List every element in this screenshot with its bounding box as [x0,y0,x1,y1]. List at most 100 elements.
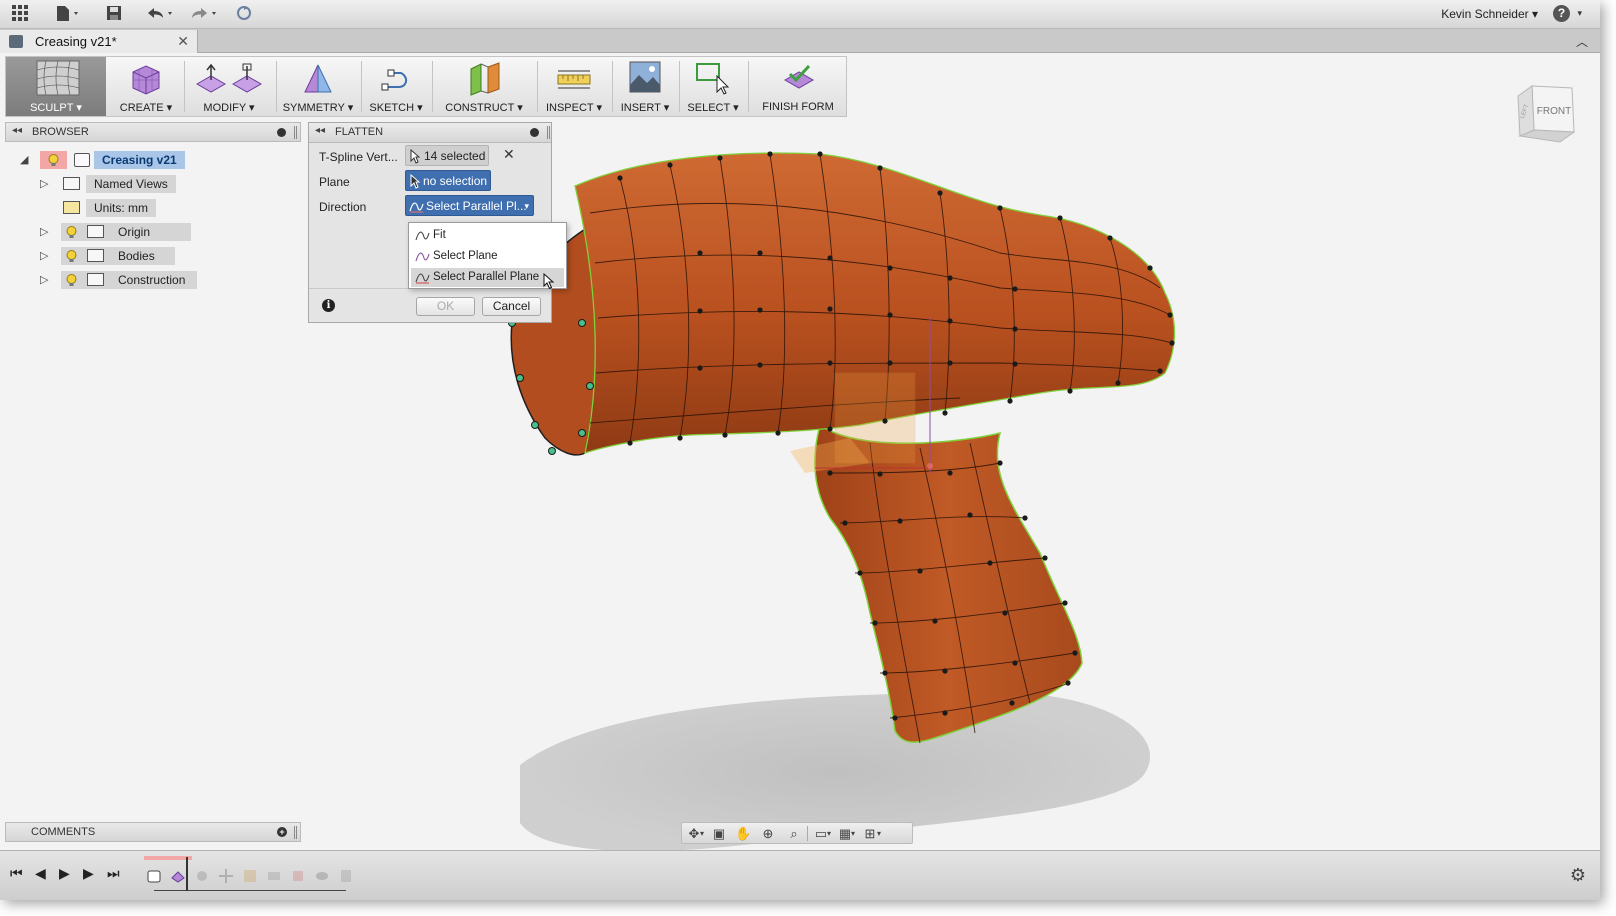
chevron-down-icon[interactable]: ▾ [825,826,833,841]
select-menu[interactable]: SELECT ▾ [681,57,745,116]
tree-item-label[interactable]: Bodies [110,247,163,265]
units-icon [63,201,80,214]
feature-icon[interactable] [338,868,354,884]
sculpt-feature-icon[interactable] [170,868,186,884]
look-at-icon[interactable]: ▣ [711,826,727,841]
ok-button[interactable]: OK [416,297,475,316]
collapsed-triangle-icon[interactable]: ▷ [40,177,48,190]
insert-menu[interactable]: INSERT ▾ [614,57,676,116]
tree-item-origin[interactable]: ▷ Origin [0,223,300,241]
selected-vertex [586,382,594,390]
user-menu[interactable]: Kevin Schneider ▾ [1441,7,1538,21]
folder-icon [87,249,104,262]
tree-item-construction[interactable]: ▷ Construction [0,271,300,289]
go-to-start-icon[interactable]: ⏮ [10,865,23,882]
go-to-end-icon[interactable]: ⏭ [107,865,120,882]
sync-icon[interactable] [236,5,252,24]
info-icon[interactable]: i [322,299,335,312]
tree-root[interactable]: ◢ Creasing v21 [0,151,300,169]
cancel-button[interactable]: Cancel [482,297,541,316]
tree-item-label[interactable]: Named Views [86,175,176,193]
form-feature-icon[interactable] [146,868,162,884]
direction-dropdown[interactable]: Select Parallel Pl... ▾ [405,195,534,216]
chevron-down-icon[interactable]: ▾ [849,826,857,841]
zoom-window-icon[interactable]: ⊕ [760,826,776,841]
plane-selector[interactable]: no selection [405,170,491,191]
origin-point [927,463,933,469]
panel-grip[interactable] [547,126,550,139]
tree-item-label[interactable]: Construction [110,271,194,289]
collapsed-triangle-icon[interactable]: ▷ [40,249,48,262]
plane-curve-icon [415,252,430,262]
browser-panel-header[interactable]: ◂◂ BROWSER [5,122,301,142]
tree-item-units[interactable]: Units: mm [0,199,300,217]
feature-icon[interactable] [218,868,234,884]
tree-item-label[interactable]: Units: mm [86,199,156,217]
collapse-dialog-icon[interactable]: ◂◂ [315,125,325,136]
chevron-up-icon[interactable]: ︿ [1576,33,1588,50]
finish-form-button[interactable]: FINISH FORM [750,57,846,116]
chevron-down-icon[interactable]: ▾ [1577,8,1582,19]
timeline-marker[interactable] [144,856,192,860]
lightbulb-icon[interactable] [66,226,77,239]
viewcube[interactable]: FRONT LEFT [1510,76,1580,146]
tab-creasing-v21[interactable]: Creasing v21* ✕ [0,30,198,53]
construct-menu[interactable]: CONSTRUCT ▾ [434,57,534,116]
chevron-down-icon: ▾ [524,201,529,211]
expanded-triangle-icon[interactable]: ◢ [20,153,28,166]
direction-option-select-parallel-plane[interactable]: Select Parallel Plane [411,268,564,287]
create-menu[interactable]: CREATE ▾ [111,57,181,116]
file-icon[interactable] [56,5,82,24]
feature-icon[interactable] [194,868,210,884]
play-icon[interactable]: ▶ [59,865,70,882]
zoom-icon[interactable]: ⌕ [786,826,802,841]
save-icon[interactable] [106,5,122,24]
feature-icon[interactable] [266,868,282,884]
add-comment-icon[interactable]: + [277,827,287,837]
collapsed-triangle-icon[interactable]: ▷ [40,225,48,238]
lightbulb-icon[interactable] [66,274,77,287]
lightbulb-icon[interactable] [66,250,77,263]
direction-option-fit[interactable]: Fit [411,226,564,245]
timeline-playhead[interactable] [186,857,188,891]
tree-item-bodies[interactable]: ▷ Bodies [0,247,300,265]
clear-selection-icon[interactable]: ✕ [503,146,515,163]
tspline-vertices-selector[interactable]: 14 selected [405,145,489,166]
tree-item-named-views[interactable]: ▷ Named Views [0,175,300,193]
pan-icon[interactable]: ✋ [735,826,751,841]
mouse-cursor-icon [543,273,555,290]
viewcube-front-label: FRONT [1537,106,1571,117]
minimize-icon[interactable] [530,128,539,137]
viewport-canvas[interactable] [0,53,1600,850]
tree-root-label[interactable]: Creasing v21 [94,151,185,169]
feature-icon[interactable] [314,868,330,884]
feature-icon[interactable] [242,868,258,884]
panel-grip[interactable] [294,126,297,139]
undo-icon[interactable] [146,5,176,24]
workspace-switcher[interactable]: SCULPT ▾ [6,57,106,116]
help-icon[interactable]: ? [1553,5,1570,22]
flatten-dialog-header[interactable]: ◂◂ FLATTEN [309,123,551,143]
symmetry-menu[interactable]: SYMMETRY ▾ [278,57,358,116]
collapsed-triangle-icon[interactable]: ▷ [40,273,48,286]
comments-panel[interactable]: COMMENTS + [5,822,301,842]
direction-dropdown-list: Fit Select Plane Select Parallel Plane [408,222,567,290]
minimize-icon[interactable] [277,128,286,137]
close-icon[interactable]: ✕ [177,33,189,50]
panel-grip[interactable] [294,826,297,839]
grid-icon[interactable] [12,5,29,24]
redo-icon[interactable] [190,5,220,24]
timeline-track [154,890,346,891]
modify-menu[interactable]: MODIFY ▾ [186,57,272,116]
feature-icon[interactable] [290,868,306,884]
step-forward-icon[interactable]: ▶ [83,865,94,882]
step-back-icon[interactable]: ◀ [35,865,46,882]
gear-icon[interactable]: ⚙ [1570,865,1586,886]
chevron-down-icon[interactable]: ▾ [875,826,883,841]
direction-option-select-plane[interactable]: Select Plane [411,247,564,266]
chevron-down-icon[interactable]: ▾ [698,826,706,841]
inspect-menu[interactable]: INSPECT ▾ [539,57,609,116]
sketch-menu[interactable]: SKETCH ▾ [363,57,429,116]
collapse-panel-icon[interactable]: ◂◂ [12,125,22,136]
tree-item-label[interactable]: Origin [110,223,159,241]
